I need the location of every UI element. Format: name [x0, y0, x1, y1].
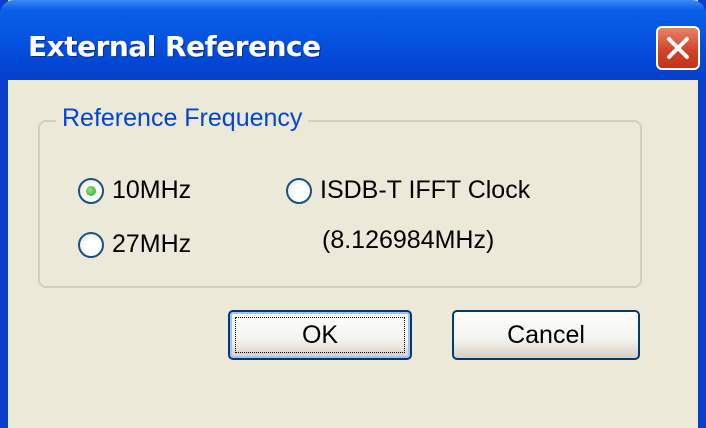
- radio-isdb-t-label: ISDB-T IFFT Clock: [320, 176, 531, 204]
- radio-27mhz[interactable]: 27MHz: [78, 230, 191, 259]
- focus-rectangle: [235, 317, 405, 353]
- title-bar[interactable]: External Reference: [0, 0, 706, 80]
- cancel-button[interactable]: Cancel: [452, 310, 640, 360]
- radio-isdb-t[interactable]: ISDB-T IFFT Clock: [286, 176, 530, 205]
- radio-10mhz[interactable]: 10MHz: [78, 176, 191, 205]
- radio-10mhz-label: 10MHz: [112, 176, 192, 204]
- radio-selected-dot: [86, 185, 96, 196]
- window-title: External Reference: [28, 30, 321, 63]
- group-legend: Reference Frequency: [56, 104, 309, 133]
- cancel-button-label: Cancel: [507, 320, 585, 349]
- close-icon: [667, 37, 689, 59]
- close-button[interactable]: [656, 26, 700, 70]
- radio-button-icon[interactable]: [78, 231, 104, 258]
- radio-button-icon[interactable]: [78, 177, 104, 204]
- radio-button-icon[interactable]: [286, 177, 312, 204]
- radio-27mhz-label: 27MHz: [112, 230, 192, 258]
- radio-isdb-t-sublabel: (8.126984MHz): [322, 226, 495, 254]
- ok-button[interactable]: OK: [228, 310, 412, 360]
